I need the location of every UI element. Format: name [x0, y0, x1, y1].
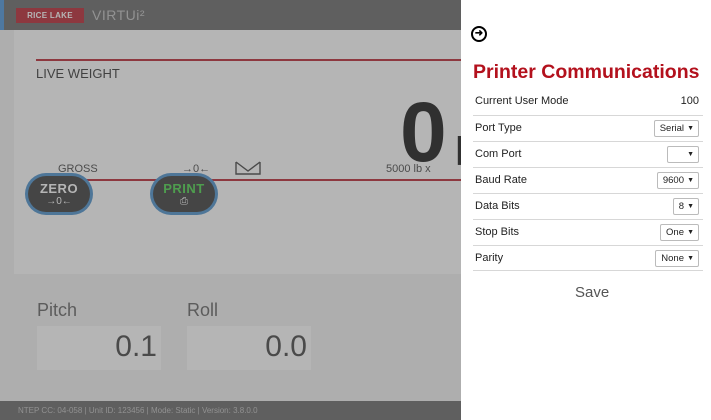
chevron-down-icon: ▼: [687, 255, 694, 262]
current-user-mode-value: 100: [680, 95, 699, 107]
data-bits-select[interactable]: 8 ▼: [672, 198, 699, 215]
chevron-down-icon: ▼: [687, 229, 694, 236]
printer-communications-panel: ➜ Printer Communications Current User Mo…: [461, 0, 711, 420]
parity-value: None: [661, 253, 684, 264]
chevron-down-icon: ▼: [687, 177, 694, 184]
parity-select[interactable]: None ▼: [655, 250, 699, 267]
setting-label: Stop Bits: [475, 226, 520, 238]
chevron-down-icon: ▼: [687, 151, 694, 158]
setting-row-current-user-mode: Current User Mode 100: [473, 89, 703, 115]
main-app-area: RICE LAKE VIRTUi² LIVE WEIGHT 0 l GROSS …: [0, 0, 461, 420]
setting-row-com-port: Com Port ▼: [473, 141, 703, 167]
setting-label: Current User Mode: [475, 95, 569, 107]
setting-row-stop-bits: Stop Bits One ▼: [473, 219, 703, 245]
chevron-down-icon: ▼: [687, 125, 694, 132]
baud-rate-select[interactable]: 9600 ▼: [656, 172, 699, 189]
data-bits-value: 8: [678, 201, 684, 212]
modal-overlay[interactable]: [0, 0, 461, 420]
setting-row-port-type: Port Type Serial ▼: [473, 115, 703, 141]
setting-label: Parity: [475, 252, 504, 264]
setting-label: Baud Rate: [475, 174, 527, 186]
stop-bits-value: One: [666, 227, 684, 238]
setting-row-baud-rate: Baud Rate 9600 ▼: [473, 167, 703, 193]
setting-label: Port Type: [475, 122, 522, 134]
chevron-down-icon: ▼: [687, 203, 694, 210]
port-type-select[interactable]: Serial ▼: [653, 120, 699, 137]
setting-label: Com Port: [475, 148, 522, 160]
setting-row-parity: Parity None ▼: [473, 245, 703, 271]
settings-list: Current User Mode 100 Port Type Serial ▼ …: [473, 89, 703, 271]
panel-title: Printer Communications: [473, 61, 700, 83]
save-button[interactable]: Save: [575, 284, 609, 301]
stop-bits-select[interactable]: One ▼: [660, 224, 699, 241]
com-port-select[interactable]: ▼: [667, 146, 699, 163]
port-type-value: Serial: [659, 123, 684, 134]
setting-row-data-bits: Data Bits 8 ▼: [473, 193, 703, 219]
setting-label: Data Bits: [475, 200, 520, 212]
baud-rate-value: 9600: [662, 175, 684, 186]
arrow-right-circle-icon[interactable]: ➜: [471, 26, 487, 42]
